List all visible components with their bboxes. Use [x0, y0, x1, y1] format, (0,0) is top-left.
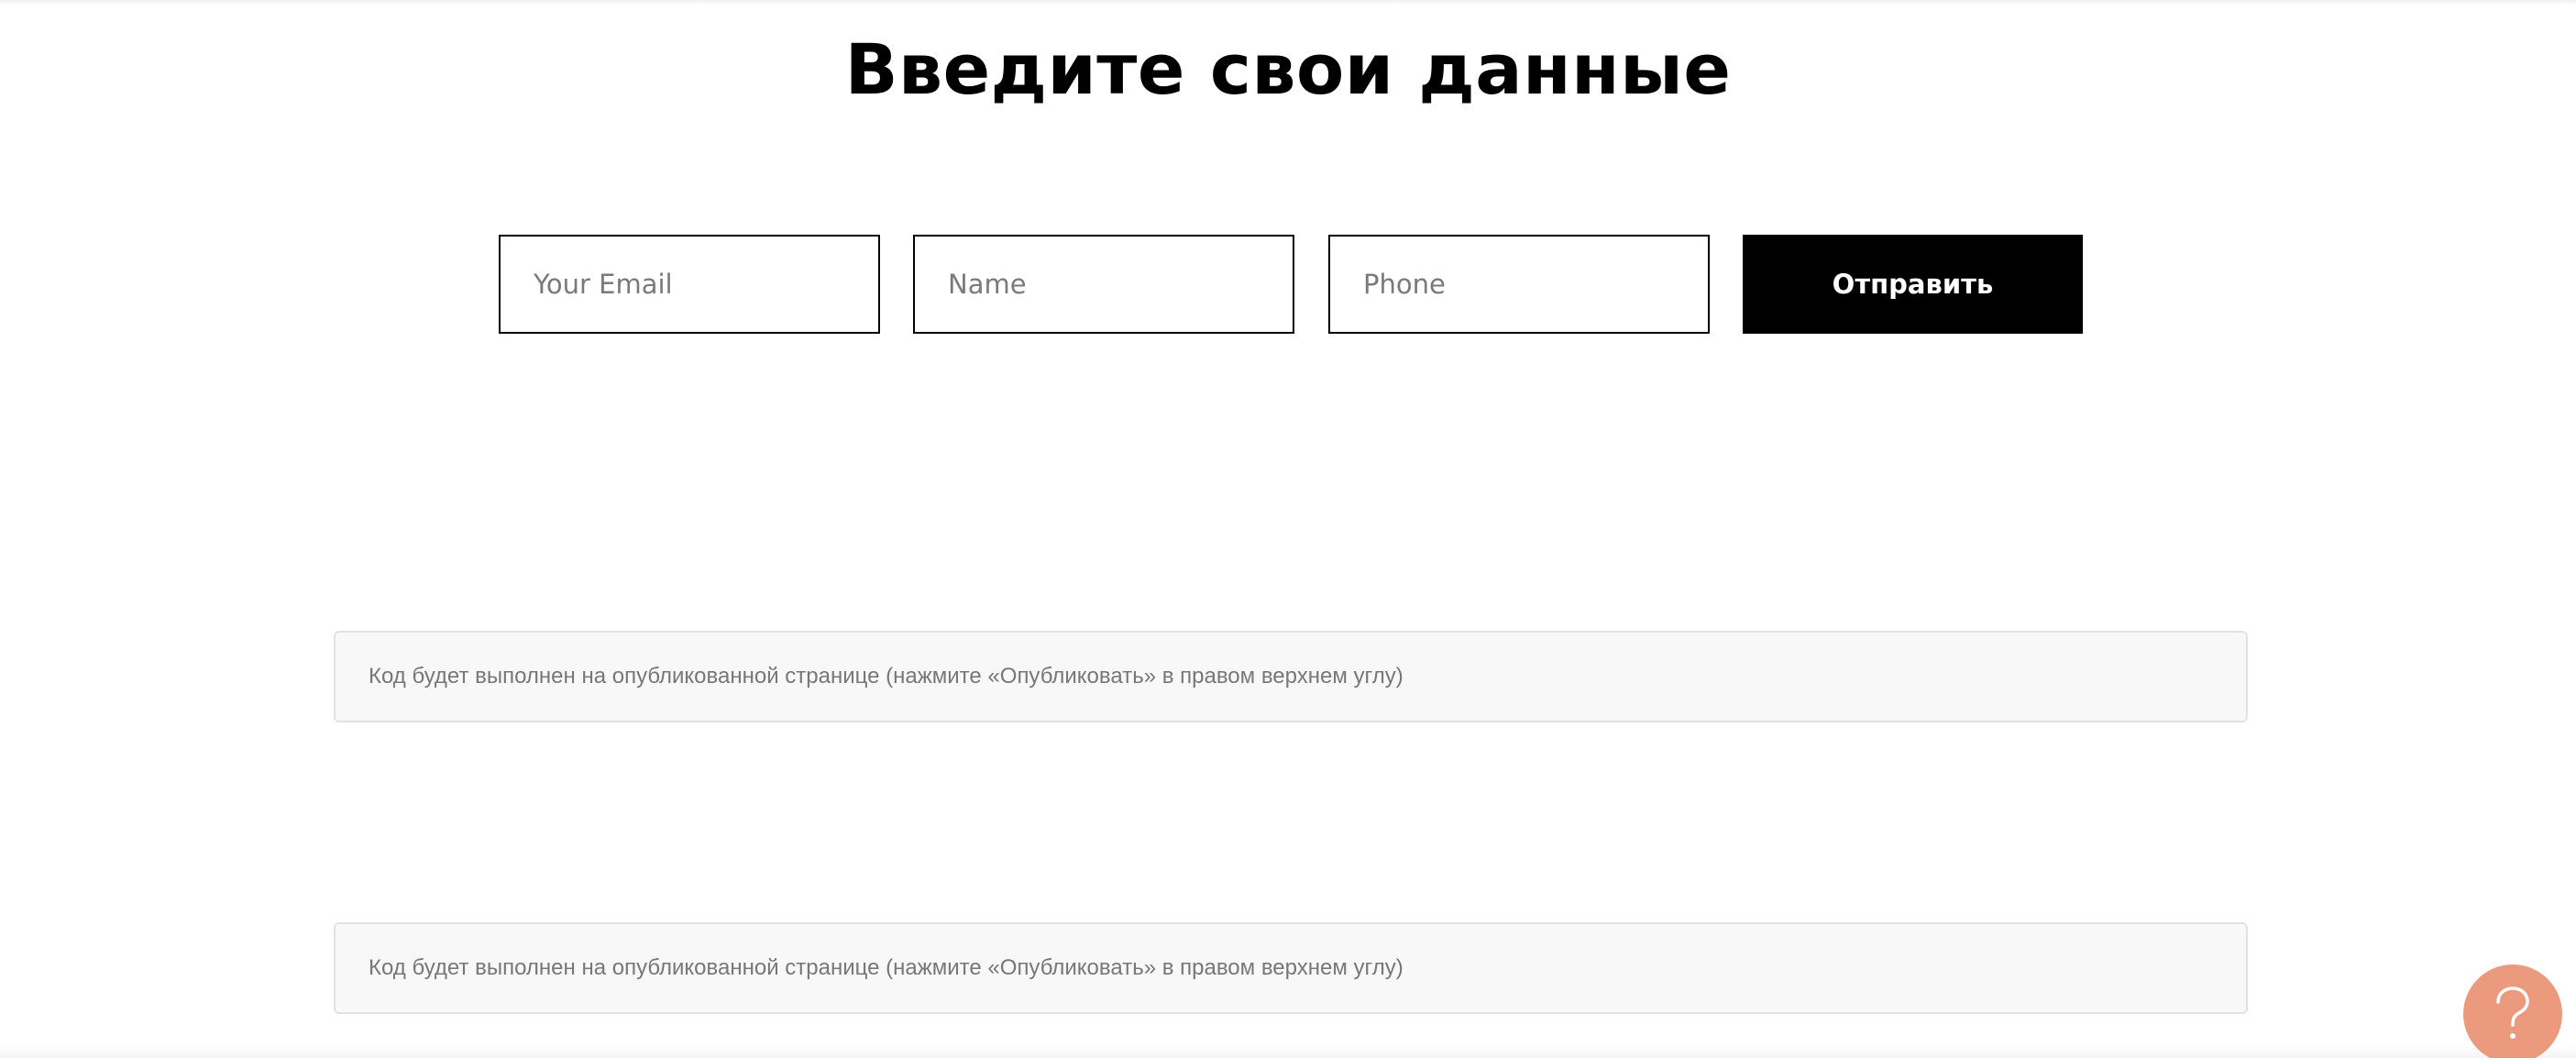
submit-button[interactable]: Отправить	[1743, 235, 2083, 334]
help-button[interactable]	[2463, 964, 2562, 1058]
code-block-text: Код будет выполнен на опубликованной стр…	[369, 664, 1404, 689]
code-block-notice: Код будет выполнен на опубликованной стр…	[334, 631, 2248, 722]
top-divider	[0, 0, 2576, 6]
page-title: Введите свои данные	[844, 28, 1732, 110]
phone-field[interactable]	[1328, 235, 1710, 334]
bottom-divider	[0, 1045, 2576, 1058]
name-field[interactable]	[913, 235, 1294, 334]
code-block-notice: Код будет выполнен на опубликованной стр…	[334, 922, 2248, 1014]
question-mark-icon	[2496, 986, 2529, 1039]
code-block-text: Код будет выполнен на опубликованной стр…	[369, 955, 1404, 980]
email-field[interactable]	[499, 235, 880, 334]
